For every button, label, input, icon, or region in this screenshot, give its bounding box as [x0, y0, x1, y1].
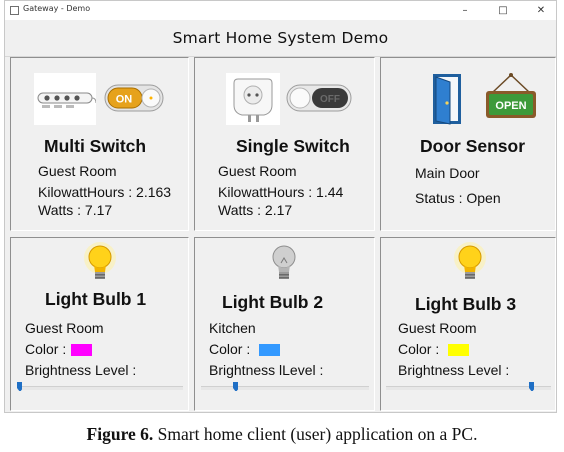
kilowatt-hours: KilowattHours : 2.163: [38, 184, 172, 200]
brightness-label: Brightness lLevel :: [209, 362, 324, 378]
power-strip-icon: [34, 73, 96, 125]
bulb-title: Light Bulb 2: [222, 292, 324, 312]
smart-plug-icon: [226, 73, 280, 125]
color-label: Color :: [25, 341, 67, 357]
device-title: Multi Switch: [44, 136, 147, 156]
brightness-label: Brightness Level :: [25, 362, 137, 378]
bulb-room: Guest Room: [25, 320, 104, 336]
slider-thumb-icon[interactable]: [529, 382, 535, 391]
figure-caption: Figure 6. Smart home client (user) appli…: [0, 424, 564, 445]
open-sign-label: OPEN: [495, 100, 526, 112]
color-label: Color :: [398, 341, 440, 357]
device-room: Guest Room: [38, 163, 117, 179]
toggle-off-icon[interactable]: OFF: [286, 84, 352, 112]
minimize-button[interactable]: –: [452, 1, 478, 20]
bulb-room: Guest Room: [398, 320, 477, 336]
color-label: Color :: [209, 341, 251, 357]
bulb-off-icon: [272, 245, 296, 279]
brightness-slider[interactable]: [386, 386, 551, 390]
close-button[interactable]: ✕: [528, 1, 554, 20]
slider-thumb-icon[interactable]: [233, 382, 239, 391]
door-icon: [433, 74, 461, 125]
toggle-on-icon[interactable]: ON: [104, 84, 164, 112]
figure-label: Figure 6.: [86, 424, 154, 444]
watts: Watts : 2.17: [218, 202, 293, 218]
single-switch-panel: OFF Single Switch Guest Room KilowattHou…: [194, 57, 375, 231]
figure-caption-text: Smart home client (user) application on …: [153, 424, 478, 444]
title-bar: Gateway - Demo – □ ✕: [5, 1, 556, 20]
bulb-lit-icon: [454, 242, 486, 279]
bulb-lit-icon: [84, 242, 116, 279]
toggle-off-label: OFF: [320, 94, 340, 105]
page-title: Smart Home System Demo: [172, 29, 389, 47]
door-sensor-panel: OPEN Door Sensor Main Door Status : Open: [380, 57, 556, 231]
door-location: Main Door: [415, 165, 480, 181]
brightness-slider[interactable]: [17, 386, 183, 390]
app-window: Gateway - Demo – □ ✕ Smart Home System D…: [4, 0, 557, 413]
maximize-button[interactable]: □: [490, 1, 516, 20]
bulb-title: Light Bulb 3: [415, 294, 517, 314]
color-swatch[interactable]: [259, 344, 280, 356]
bulb-title: Light Bulb 1: [45, 289, 147, 309]
header: Smart Home System Demo: [5, 20, 556, 57]
color-swatch[interactable]: [71, 344, 92, 356]
light-bulb-panel: Light Bulb 2 Kitchen Color : Brightness …: [194, 237, 375, 411]
brightness-slider[interactable]: [201, 386, 369, 390]
color-swatch[interactable]: [448, 344, 469, 356]
open-sign-icon: OPEN: [486, 73, 536, 118]
device-title: Door Sensor: [420, 136, 526, 156]
app-icon: [10, 6, 19, 15]
door-status: Status : Open: [415, 190, 501, 206]
light-bulb-panel: Light Bulb 1 Guest Room Color : Brightne…: [10, 237, 189, 411]
bulb-room: Kitchen: [209, 320, 256, 336]
brightness-label: Brightness Level :: [398, 362, 510, 378]
watts: Watts : 7.17: [38, 202, 113, 218]
kilowatt-hours: KilowattHours : 1.44: [218, 184, 344, 200]
device-room: Guest Room: [218, 163, 297, 179]
window-title: Gateway - Demo: [23, 4, 91, 13]
light-bulb-panel: Light Bulb 3 Guest Room Color : Brightne…: [380, 237, 556, 411]
device-title: Single Switch: [236, 136, 350, 156]
toggle-on-label: ON: [116, 94, 133, 106]
multi-switch-panel: ON Multi Switch Guest Room KilowattHours…: [10, 57, 189, 231]
slider-thumb-icon[interactable]: [17, 382, 22, 391]
